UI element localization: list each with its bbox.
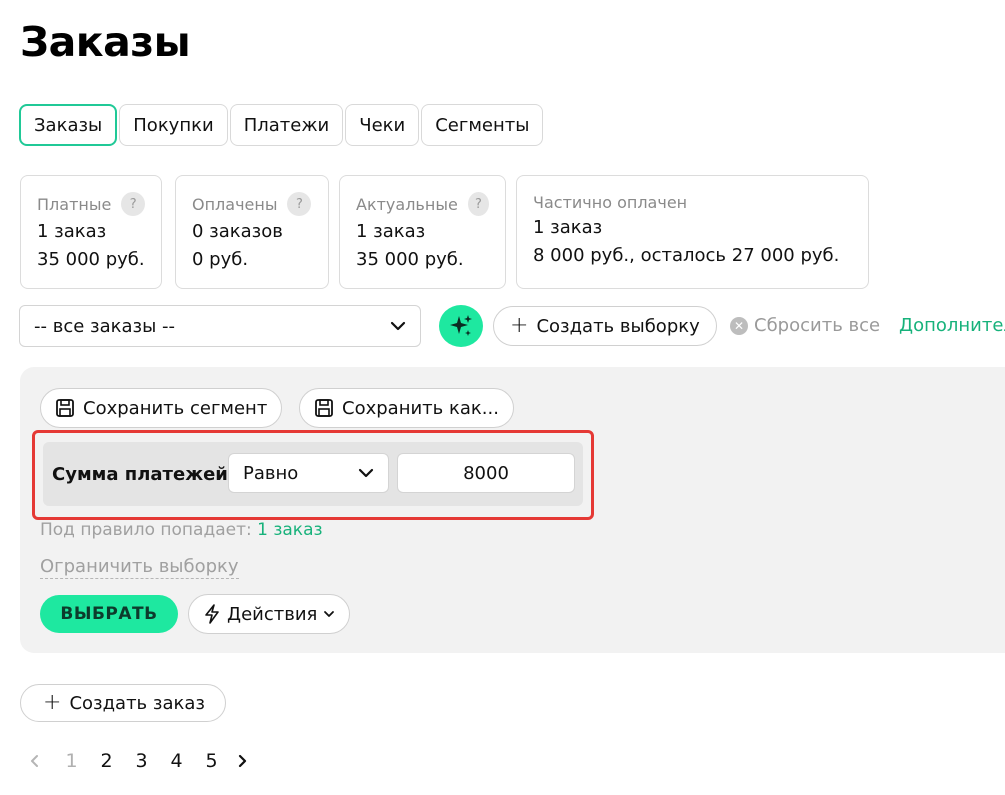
orders-filter-select[interactable]: -- все заказы -- — [19, 305, 421, 347]
chevron-left-icon[interactable] — [28, 754, 42, 768]
tab-receipts[interactable]: Чеки — [345, 104, 420, 146]
tabs: Заказы Покупки Платежи Чеки Сегменты — [19, 104, 544, 146]
page-1[interactable]: 1 — [54, 750, 89, 772]
save-disk-icon — [315, 399, 333, 417]
match-prefix: Под правило попадает: — [40, 520, 252, 540]
more-filters-link[interactable]: Дополнительно — [899, 315, 1005, 336]
reset-all-button[interactable]: ✕ Сбросить все — [730, 315, 880, 336]
rule-highlight-frame: Сумма платежей Равно — [32, 430, 594, 520]
save-as-button[interactable]: Сохранить как... — [299, 388, 514, 428]
stat-label: Частично оплачен — [533, 192, 688, 212]
rule-value-input[interactable] — [397, 453, 575, 493]
stat-label: Актуальные — [356, 194, 458, 214]
plus-icon: + — [43, 690, 62, 715]
stat-amount: 35 000 руб. — [356, 249, 464, 270]
segment-panel: Сохранить сегмент Сохранить как... Сумма… — [20, 367, 1005, 653]
page-title: Заказы — [20, 18, 191, 66]
save-segment-label: Сохранить сегмент — [83, 397, 268, 419]
ai-sparkle-button[interactable] — [439, 305, 483, 347]
stat-card-actual[interactable]: Актуальные ? 1 заказ 35 000 руб. — [339, 175, 506, 289]
chevron-down-icon — [358, 468, 374, 478]
stat-card-paid[interactable]: Платные ? 1 заказ 35 000 руб. — [20, 175, 162, 289]
stat-count: 1 заказ — [533, 217, 603, 238]
page-3[interactable]: 3 — [124, 750, 159, 772]
actions-button[interactable]: Действия — [188, 594, 351, 634]
save-as-label: Сохранить как... — [342, 397, 499, 419]
filter-rule: Сумма платежей Равно — [43, 442, 583, 506]
stat-amount: 8 000 руб., осталось 27 000 руб. — [533, 245, 840, 266]
reset-all-label: Сбросить все — [754, 315, 881, 336]
stat-card-partial[interactable]: Частично оплачен 1 заказ 8 000 руб., ост… — [516, 175, 869, 289]
stat-label: Оплачены — [192, 194, 278, 214]
pagination: 1 2 3 4 5 — [28, 750, 249, 772]
create-selection-button[interactable]: + Создать выборку — [493, 306, 717, 346]
tab-orders[interactable]: Заказы — [19, 104, 118, 146]
lightning-icon — [205, 604, 219, 624]
page-5[interactable]: 5 — [194, 750, 229, 772]
create-selection-label: Создать выборку — [536, 315, 700, 337]
select-button[interactable]: ВЫБРАТЬ — [40, 595, 178, 633]
stat-count: 1 заказ — [356, 221, 426, 242]
stat-label: Платные — [37, 194, 112, 214]
help-icon[interactable]: ? — [467, 192, 489, 216]
stat-card-settled[interactable]: Оплачены ? 0 заказов 0 руб. — [175, 175, 329, 289]
tab-purchases[interactable]: Покупки — [119, 104, 228, 146]
chevron-down-icon — [390, 321, 406, 331]
stat-count: 1 заказ — [37, 221, 107, 242]
actions-label: Действия — [227, 603, 318, 625]
chevron-down-icon — [324, 611, 335, 617]
rule-operator-select[interactable]: Равно — [228, 453, 389, 493]
help-icon[interactable]: ? — [287, 192, 312, 216]
create-order-button[interactable]: + Создать заказ — [20, 684, 226, 722]
tab-segments[interactable]: Сегменты — [421, 104, 544, 146]
help-icon[interactable]: ? — [121, 192, 145, 216]
plus-icon: + — [510, 313, 529, 338]
filter-selected-value: -- все заказы -- — [34, 315, 176, 337]
rule-field-label: Сумма платежей — [52, 464, 228, 485]
limit-selection-link[interactable]: Ограничить выборку — [40, 556, 239, 579]
rule-operator-value: Равно — [243, 462, 299, 484]
save-disk-icon — [56, 399, 74, 417]
page-2[interactable]: 2 — [89, 750, 124, 772]
save-segment-button[interactable]: Сохранить сегмент — [40, 388, 283, 428]
sparkle-icon — [450, 315, 472, 336]
close-circle-icon: ✕ — [730, 316, 748, 335]
create-order-label: Создать заказ — [69, 692, 205, 714]
match-summary: Под правило попадает: 1 заказ — [40, 520, 323, 540]
chevron-right-icon[interactable] — [235, 754, 249, 768]
page-4[interactable]: 4 — [159, 750, 194, 772]
tab-payments[interactable]: Платежи — [229, 104, 344, 146]
stat-count: 0 заказов — [192, 221, 283, 242]
stat-amount: 35 000 руб. — [37, 249, 145, 270]
stat-amount: 0 руб. — [192, 249, 249, 270]
match-count-link[interactable]: 1 заказ — [257, 520, 322, 540]
